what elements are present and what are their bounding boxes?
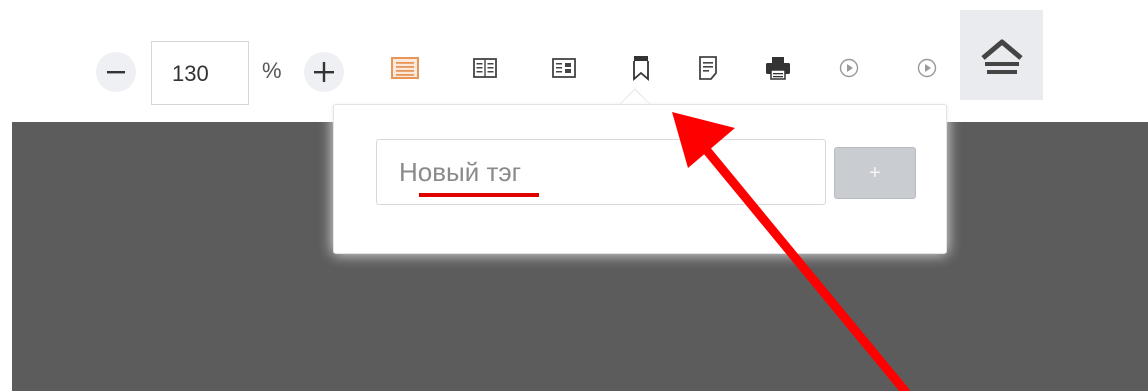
single-page-view-icon (391, 57, 419, 79)
annotation-underline (419, 193, 539, 197)
zoom-in-button[interactable] (304, 52, 344, 92)
zoom-out-button[interactable] (96, 52, 136, 92)
thumbnail-view-icon (552, 58, 576, 78)
plus-icon (314, 62, 334, 82)
notes-icon (699, 56, 717, 80)
zoom-percent-label: % (262, 58, 282, 83)
print-icon (766, 57, 790, 80)
play-icon (839, 58, 859, 78)
zoom-level-field[interactable]: 130 (151, 41, 249, 105)
collapse-toolbar-icon (980, 39, 1023, 74)
play-icon (917, 58, 937, 78)
print-button[interactable] (765, 52, 791, 84)
notes-button[interactable] (695, 52, 721, 84)
two-page-view-icon (473, 58, 497, 78)
thumbnail-view-button[interactable] (551, 52, 577, 84)
add-tag-button[interactable]: + (834, 147, 916, 199)
bookmark-button[interactable] (628, 52, 654, 84)
play-button-2[interactable] (914, 52, 940, 84)
single-page-view-button[interactable] (390, 52, 420, 84)
two-page-view-button[interactable] (472, 52, 498, 84)
new-tag-popover: + (333, 104, 947, 254)
minus-icon (107, 71, 125, 74)
play-button-1[interactable] (836, 52, 862, 84)
collapse-toolbar-button[interactable] (960, 10, 1043, 100)
bookmark-icon (633, 56, 649, 81)
